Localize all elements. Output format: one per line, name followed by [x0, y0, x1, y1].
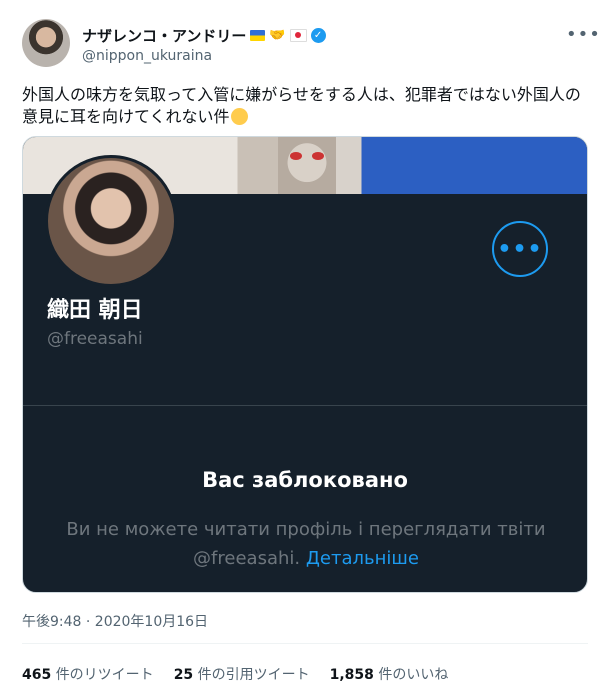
engagement-stats: 465 件のリツイート 25 件の引用ツイート 1,858 件のいいね: [22, 664, 448, 684]
like-label: 件のいいね: [378, 667, 449, 683]
profile-name: 織田 朝日: [47, 298, 143, 323]
like-stat[interactable]: 1,858 件のいいね: [330, 664, 449, 684]
stats-divider: [22, 643, 588, 644]
more-options-icon[interactable]: •••: [566, 24, 601, 45]
author-avatar[interactable]: [22, 19, 70, 67]
profile-handle: @freeasahi: [47, 329, 143, 349]
ukraine-flag-icon: [250, 30, 266, 41]
handshake-icon: 🤝: [269, 28, 286, 43]
author-handle[interactable]: @nippon_ukuraina: [82, 48, 212, 64]
retweet-count: 465: [22, 667, 52, 683]
author-display-name[interactable]: ナザレンコ・アンドリー: [82, 25, 246, 46]
verified-badge-icon: ✓: [310, 28, 326, 43]
like-count: 1,858: [329, 667, 374, 683]
embedded-profile-card[interactable]: ••• 織田 朝日 @freeasahi Вас заблоковано Ви …: [22, 136, 588, 593]
blocked-description: Ви не можете читати профіль і переглядат…: [63, 515, 549, 573]
banner-eye-left: [290, 152, 302, 160]
card-divider: [23, 405, 587, 406]
blocked-title: Вас заблоковано: [202, 468, 408, 492]
profile-more-button[interactable]: •••: [492, 221, 548, 277]
quote-count: 25: [173, 667, 194, 683]
retweet-stat[interactable]: 465 件のリツイート: [22, 664, 154, 684]
retweet-label: 件のリツイート: [55, 667, 154, 683]
learn-more-link[interactable]: Детальніше: [306, 548, 419, 569]
profile-avatar[interactable]: [45, 155, 177, 287]
banner-eye-right: [312, 152, 324, 160]
banner-figure: [278, 137, 336, 194]
quote-label: 件の引用ツイート: [197, 667, 310, 683]
tweet-timestamp[interactable]: 午後9:48 · 2020年10月16日: [22, 611, 208, 631]
author-name-row: ナザレンコ・アンドリー 🤝 ✓: [82, 25, 326, 46]
rolling-eyes-emoji-icon: [230, 108, 248, 125]
tweet-body: 外国人の味方を気取って入管に嫌がらせをする人は、犯罪者ではない外国人の意見に耳を…: [22, 85, 581, 126]
japan-flag-icon: [289, 29, 307, 42]
tweet-text: 外国人の味方を気取って入管に嫌がらせをする人は、犯罪者ではない外国人の意見に耳を…: [22, 84, 588, 128]
quote-stat[interactable]: 25 件の引用ツイート: [174, 664, 310, 684]
